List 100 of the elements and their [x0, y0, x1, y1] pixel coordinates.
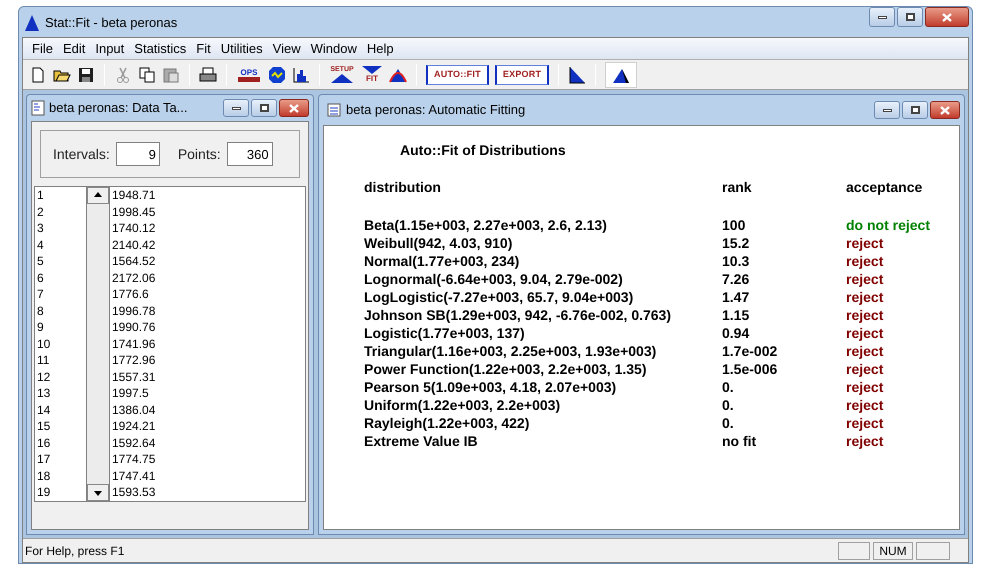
- rank-cell-text: 100: [722, 216, 746, 234]
- rank-cell-text: 15.2: [722, 234, 750, 252]
- rank-cell-text: 1.7e-002: [722, 342, 778, 360]
- close-icon: [289, 104, 299, 112]
- scroll-down-icon[interactable]: [87, 484, 109, 500]
- distribution-cell-text: Logistic(1.77e+003, 137): [364, 324, 526, 342]
- minimize-button[interactable]: [874, 101, 900, 119]
- points-label: Points:: [178, 144, 221, 164]
- maximize-button[interactable]: [251, 99, 277, 117]
- window-title: beta peronas: Data Ta...: [49, 99, 189, 118]
- window-title: Stat::Fit - beta peronas: [45, 14, 178, 32]
- menu-item[interactable]: Fit: [191, 38, 216, 58]
- row-number: 15: [37, 418, 52, 434]
- menu-item[interactable]: File: [27, 38, 58, 58]
- maximize-button[interactable]: [902, 101, 928, 119]
- menu-item[interactable]: Input: [90, 38, 130, 58]
- menu-item[interactable]: Statistics: [129, 38, 192, 58]
- column-header: rank: [722, 178, 753, 197]
- menu-item[interactable]: View: [268, 38, 306, 58]
- acceptance-cell-text: do not reject: [846, 216, 932, 234]
- printer-icon[interactable]: [199, 66, 217, 84]
- rank-cell-text: 0.94: [722, 324, 750, 342]
- octagon-icon[interactable]: [268, 66, 286, 84]
- row-number: 19: [37, 484, 52, 500]
- row-number: 14: [37, 402, 52, 418]
- scrollbar[interactable]: [87, 187, 109, 500]
- window-title: beta peronas: Automatic Fitting: [346, 101, 526, 120]
- acceptance-cell-text: reject: [846, 414, 884, 432]
- data-value: 1740.12: [112, 220, 156, 236]
- rank-cell-text: 7.26: [722, 270, 750, 288]
- rank-cell-text: 1.15: [722, 306, 750, 324]
- auto-fit-button[interactable]: AUTO::FIT: [426, 64, 489, 84]
- report-heading: Auto::Fit of Distributions: [399, 141, 567, 160]
- close-button[interactable]: [279, 99, 309, 117]
- menu-item[interactable]: Utilities: [216, 38, 268, 58]
- column-header: distribution: [364, 178, 442, 197]
- row-number: 16: [37, 434, 52, 451]
- data-value: 1776.6: [112, 286, 150, 302]
- distribution-cell-text: Lognormal(-6.64e+003, 9.04, 2.79e-002): [364, 270, 624, 288]
- data-value: 2172.06: [112, 270, 156, 286]
- acceptance-cell-text: reject: [846, 396, 884, 414]
- rank-cell-text: 0.: [722, 378, 735, 396]
- menu-item[interactable]: Help: [362, 38, 399, 58]
- acceptance-cell-text: reject: [846, 252, 884, 270]
- scroll-up-icon[interactable]: [87, 187, 109, 204]
- distribution-cell-text: Normal(1.77e+003, 234): [364, 252, 520, 270]
- acceptance-cell-text: reject: [846, 306, 884, 324]
- data-value: 1747.41: [112, 468, 156, 484]
- maximize-button[interactable]: [897, 7, 923, 27]
- menu-item[interactable]: Edit: [58, 38, 90, 58]
- distribution-cell-text: Extreme Value IB: [364, 432, 479, 450]
- rank-cell-text: 0.: [722, 414, 735, 432]
- close-button[interactable]: [925, 7, 969, 27]
- distribution-cell-text: Beta(1.15e+003, 2.27e+003, 2.6, 2.13): [364, 216, 608, 234]
- data-value: 1592.64: [112, 434, 156, 451]
- histogram-icon[interactable]: [292, 66, 310, 84]
- status-text: For Help, press F1: [25, 542, 126, 560]
- close-icon: [940, 106, 950, 114]
- menu-item[interactable]: Window: [306, 38, 362, 58]
- intervals-label: Intervals:: [53, 144, 110, 164]
- distribution-cell-text: Rayleigh(1.22e+003, 422): [364, 414, 530, 432]
- row-number: 17: [37, 451, 52, 468]
- data-value: 1593.53: [112, 484, 156, 500]
- paste-icon[interactable]: [162, 66, 180, 84]
- distribution-cell-text: Uniform(1.22e+003, 2.2e+003): [364, 396, 562, 414]
- data-value: 1557.31: [112, 368, 156, 385]
- status-panel: [916, 542, 950, 560]
- rank-cell-text: no fit: [722, 432, 758, 450]
- export-button[interactable]: EXPORT: [494, 64, 550, 84]
- data-value: 1997.5: [112, 385, 150, 402]
- points-field[interactable]: 360: [226, 142, 273, 166]
- row-number: 10: [37, 336, 52, 352]
- distribution-cell-text: Power Function(1.22e+003, 2.2e+003, 1.35): [364, 360, 648, 378]
- minimize-button[interactable]: [869, 7, 895, 27]
- data-value: 1924.21: [112, 418, 156, 434]
- rank-cell-text: 1.5e-006: [722, 360, 778, 378]
- acceptance-cell-text: reject: [846, 342, 884, 360]
- acceptance-cell-text: reject: [846, 234, 884, 252]
- acceptance-cell-text: reject: [846, 270, 884, 288]
- row-number: 7: [37, 286, 45, 302]
- copy-icon[interactable]: [138, 66, 156, 84]
- data-value: 1948.71: [112, 187, 156, 204]
- column-header: acceptance: [846, 178, 924, 197]
- distribution-cell-text: LogLogistic(-7.27e+003, 65.7, 9.04e+003): [364, 288, 634, 306]
- intervals-field[interactable]: 9: [116, 142, 160, 166]
- status-panel: [838, 542, 870, 560]
- row-number: 11: [37, 352, 50, 368]
- save-icon[interactable]: [77, 66, 95, 84]
- row-number: 9: [37, 319, 45, 336]
- minimize-button[interactable]: [223, 99, 249, 117]
- acceptance-cell-text: reject: [846, 432, 884, 450]
- data-value: 1996.78: [112, 302, 156, 319]
- row-number: 13: [37, 385, 52, 402]
- close-button[interactable]: [930, 101, 960, 119]
- data-value: 2140.42: [112, 236, 156, 253]
- row-number: 18: [37, 468, 52, 484]
- rank-cell-text: 10.3: [722, 252, 750, 270]
- acceptance-cell-text: reject: [846, 324, 884, 342]
- data-value: 1741.96: [112, 336, 156, 352]
- app-logo-icon: [25, 14, 39, 31]
